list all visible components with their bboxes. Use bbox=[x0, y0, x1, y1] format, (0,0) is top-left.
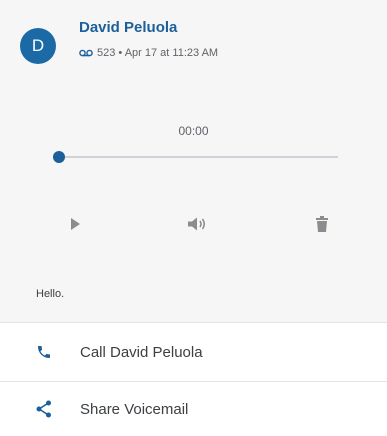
share-action-label: Share Voicemail bbox=[80, 400, 189, 418]
avatar-letter: D bbox=[31, 36, 45, 55]
seek-track[interactable] bbox=[60, 156, 338, 158]
call-action-label: Call David Peluola bbox=[80, 343, 203, 361]
avatar: D bbox=[20, 28, 56, 64]
voicemail-meta-text: 523 • Apr 17 at 11:23 AM bbox=[97, 47, 219, 59]
play-button[interactable] bbox=[63, 214, 87, 238]
call-action[interactable]: Call David Peluola bbox=[0, 326, 387, 378]
seek-handle[interactable] bbox=[53, 151, 65, 163]
divider bbox=[0, 322, 387, 323]
trash-icon bbox=[316, 215, 328, 237]
voicemail-card: D David Peluola 523 • Apr 17 at 11:23 AM… bbox=[0, 0, 387, 322]
voicemail-meta: 523 • Apr 17 at 11:23 AM bbox=[79, 47, 218, 59]
speaker-icon bbox=[187, 216, 207, 237]
phone-icon bbox=[36, 344, 52, 360]
delete-button[interactable] bbox=[310, 214, 334, 238]
share-action[interactable]: Share Voicemail bbox=[0, 383, 387, 435]
share-icon bbox=[36, 400, 52, 418]
speaker-button[interactable] bbox=[185, 214, 209, 238]
divider bbox=[0, 381, 387, 382]
caller-name: David Peluola bbox=[79, 19, 178, 36]
play-icon bbox=[69, 217, 81, 236]
playback-time: 00:00 bbox=[178, 124, 209, 138]
transcript-text: Hello. bbox=[36, 288, 65, 300]
voicemail-icon bbox=[79, 49, 93, 57]
